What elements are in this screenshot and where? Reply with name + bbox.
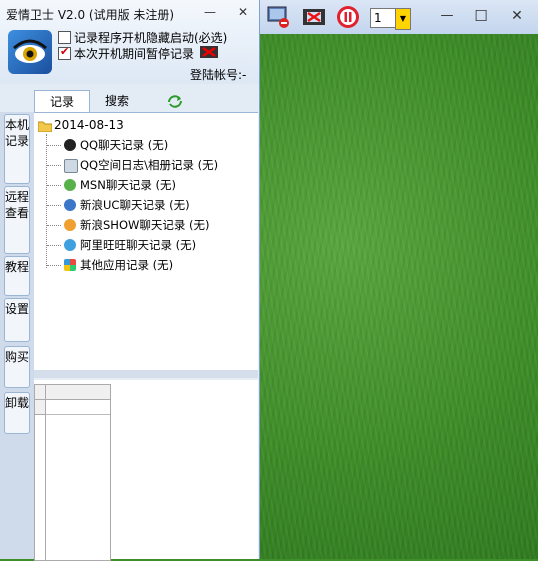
splitter-handle[interactable] xyxy=(34,370,258,378)
account-label: 登陆帐号:- xyxy=(190,68,247,82)
qq-icon xyxy=(64,139,76,151)
pause-recording-label: 本次开机期间暂停记录 xyxy=(74,47,195,61)
viewer-minimize-button[interactable]: — xyxy=(432,6,462,26)
screenshot-preview-image xyxy=(260,34,538,559)
tree-connector xyxy=(46,134,48,268)
table-divider xyxy=(45,385,46,560)
minimize-button[interactable]: — xyxy=(201,4,219,20)
detail-table xyxy=(34,384,111,561)
hide-on-boot-checkbox[interactable] xyxy=(58,31,71,44)
tree-root-date[interactable]: 2014-08-13 xyxy=(54,118,124,132)
msn-icon xyxy=(64,179,76,191)
tree-item-wangwang[interactable]: 阿里旺旺聊天记录 (无) xyxy=(80,236,196,254)
film-icon xyxy=(302,9,326,32)
sidebar-item-uninstall[interactable]: 卸载 xyxy=(4,392,30,434)
tree-branch xyxy=(47,245,61,246)
pause-button[interactable] xyxy=(336,5,360,29)
app-logo-eye-icon xyxy=(8,30,52,74)
tree-item-msn[interactable]: MSN聊天记录 (无) xyxy=(80,176,176,194)
tree-item-qzone[interactable]: QQ空间日志\相册记录 (无) xyxy=(80,156,218,174)
show-icon xyxy=(64,219,76,231)
tree-branch xyxy=(47,145,61,146)
tree-item-show[interactable]: 新浪SHOW聊天记录 (无) xyxy=(80,216,210,234)
page-dropdown-button[interactable]: ▼ xyxy=(395,8,411,30)
uc-icon xyxy=(64,199,76,211)
refresh-icon xyxy=(167,95,183,111)
tree-branch xyxy=(47,265,61,266)
sidebar-item-tutorial[interactable]: 教程 xyxy=(4,256,30,296)
tree-item-other-apps[interactable]: 其他应用记录 (无) xyxy=(80,256,173,274)
viewer-close-button[interactable]: ✕ xyxy=(502,6,532,26)
tree-branch xyxy=(47,225,61,226)
monitor-icon xyxy=(266,6,290,32)
tree-item-qq[interactable]: QQ聊天记录 (无) xyxy=(80,136,168,154)
tree-branch xyxy=(47,185,61,186)
table-row-header xyxy=(35,400,45,415)
video-stop-button[interactable] xyxy=(302,5,326,29)
page-number-input[interactable]: 1 xyxy=(370,8,397,28)
tree-branch xyxy=(47,165,61,166)
tree-item-uc[interactable]: 新浪UC聊天记录 (无) xyxy=(80,196,190,214)
table-header xyxy=(35,385,110,400)
app-title: 爱情卫士 V2.0 (试用版 未注册) xyxy=(6,8,175,22)
sidebar-item-settings[interactable]: 设置 xyxy=(4,298,30,342)
pause-icon xyxy=(336,6,360,32)
viewer-maximize-button[interactable]: ☐ xyxy=(466,6,496,26)
chevron-down-icon: ▼ xyxy=(399,14,407,23)
stop-video-icon xyxy=(200,46,218,58)
tab-search[interactable]: 搜索 xyxy=(92,90,142,112)
tab-refresh[interactable] xyxy=(160,90,190,112)
sidebar-item-remote-view[interactable]: 远程查看 xyxy=(4,186,30,254)
tree-branch xyxy=(47,205,61,206)
screenshot-button[interactable] xyxy=(266,5,290,29)
table-row xyxy=(46,414,110,415)
windows-icon xyxy=(64,259,76,271)
hide-on-boot-label: 记录程序开机隐藏启动(必选) xyxy=(74,31,228,45)
wangwang-icon xyxy=(64,239,76,251)
pause-recording-checkbox[interactable] xyxy=(58,45,71,60)
sidebar-item-local-records[interactable]: 本机记录 xyxy=(4,114,30,184)
qzone-icon xyxy=(64,159,78,173)
sidebar-item-buy[interactable]: 购买 xyxy=(4,346,30,388)
folder-icon xyxy=(37,120,53,133)
close-button[interactable]: ✕ xyxy=(234,4,252,20)
tab-records[interactable]: 记录 xyxy=(34,90,90,113)
